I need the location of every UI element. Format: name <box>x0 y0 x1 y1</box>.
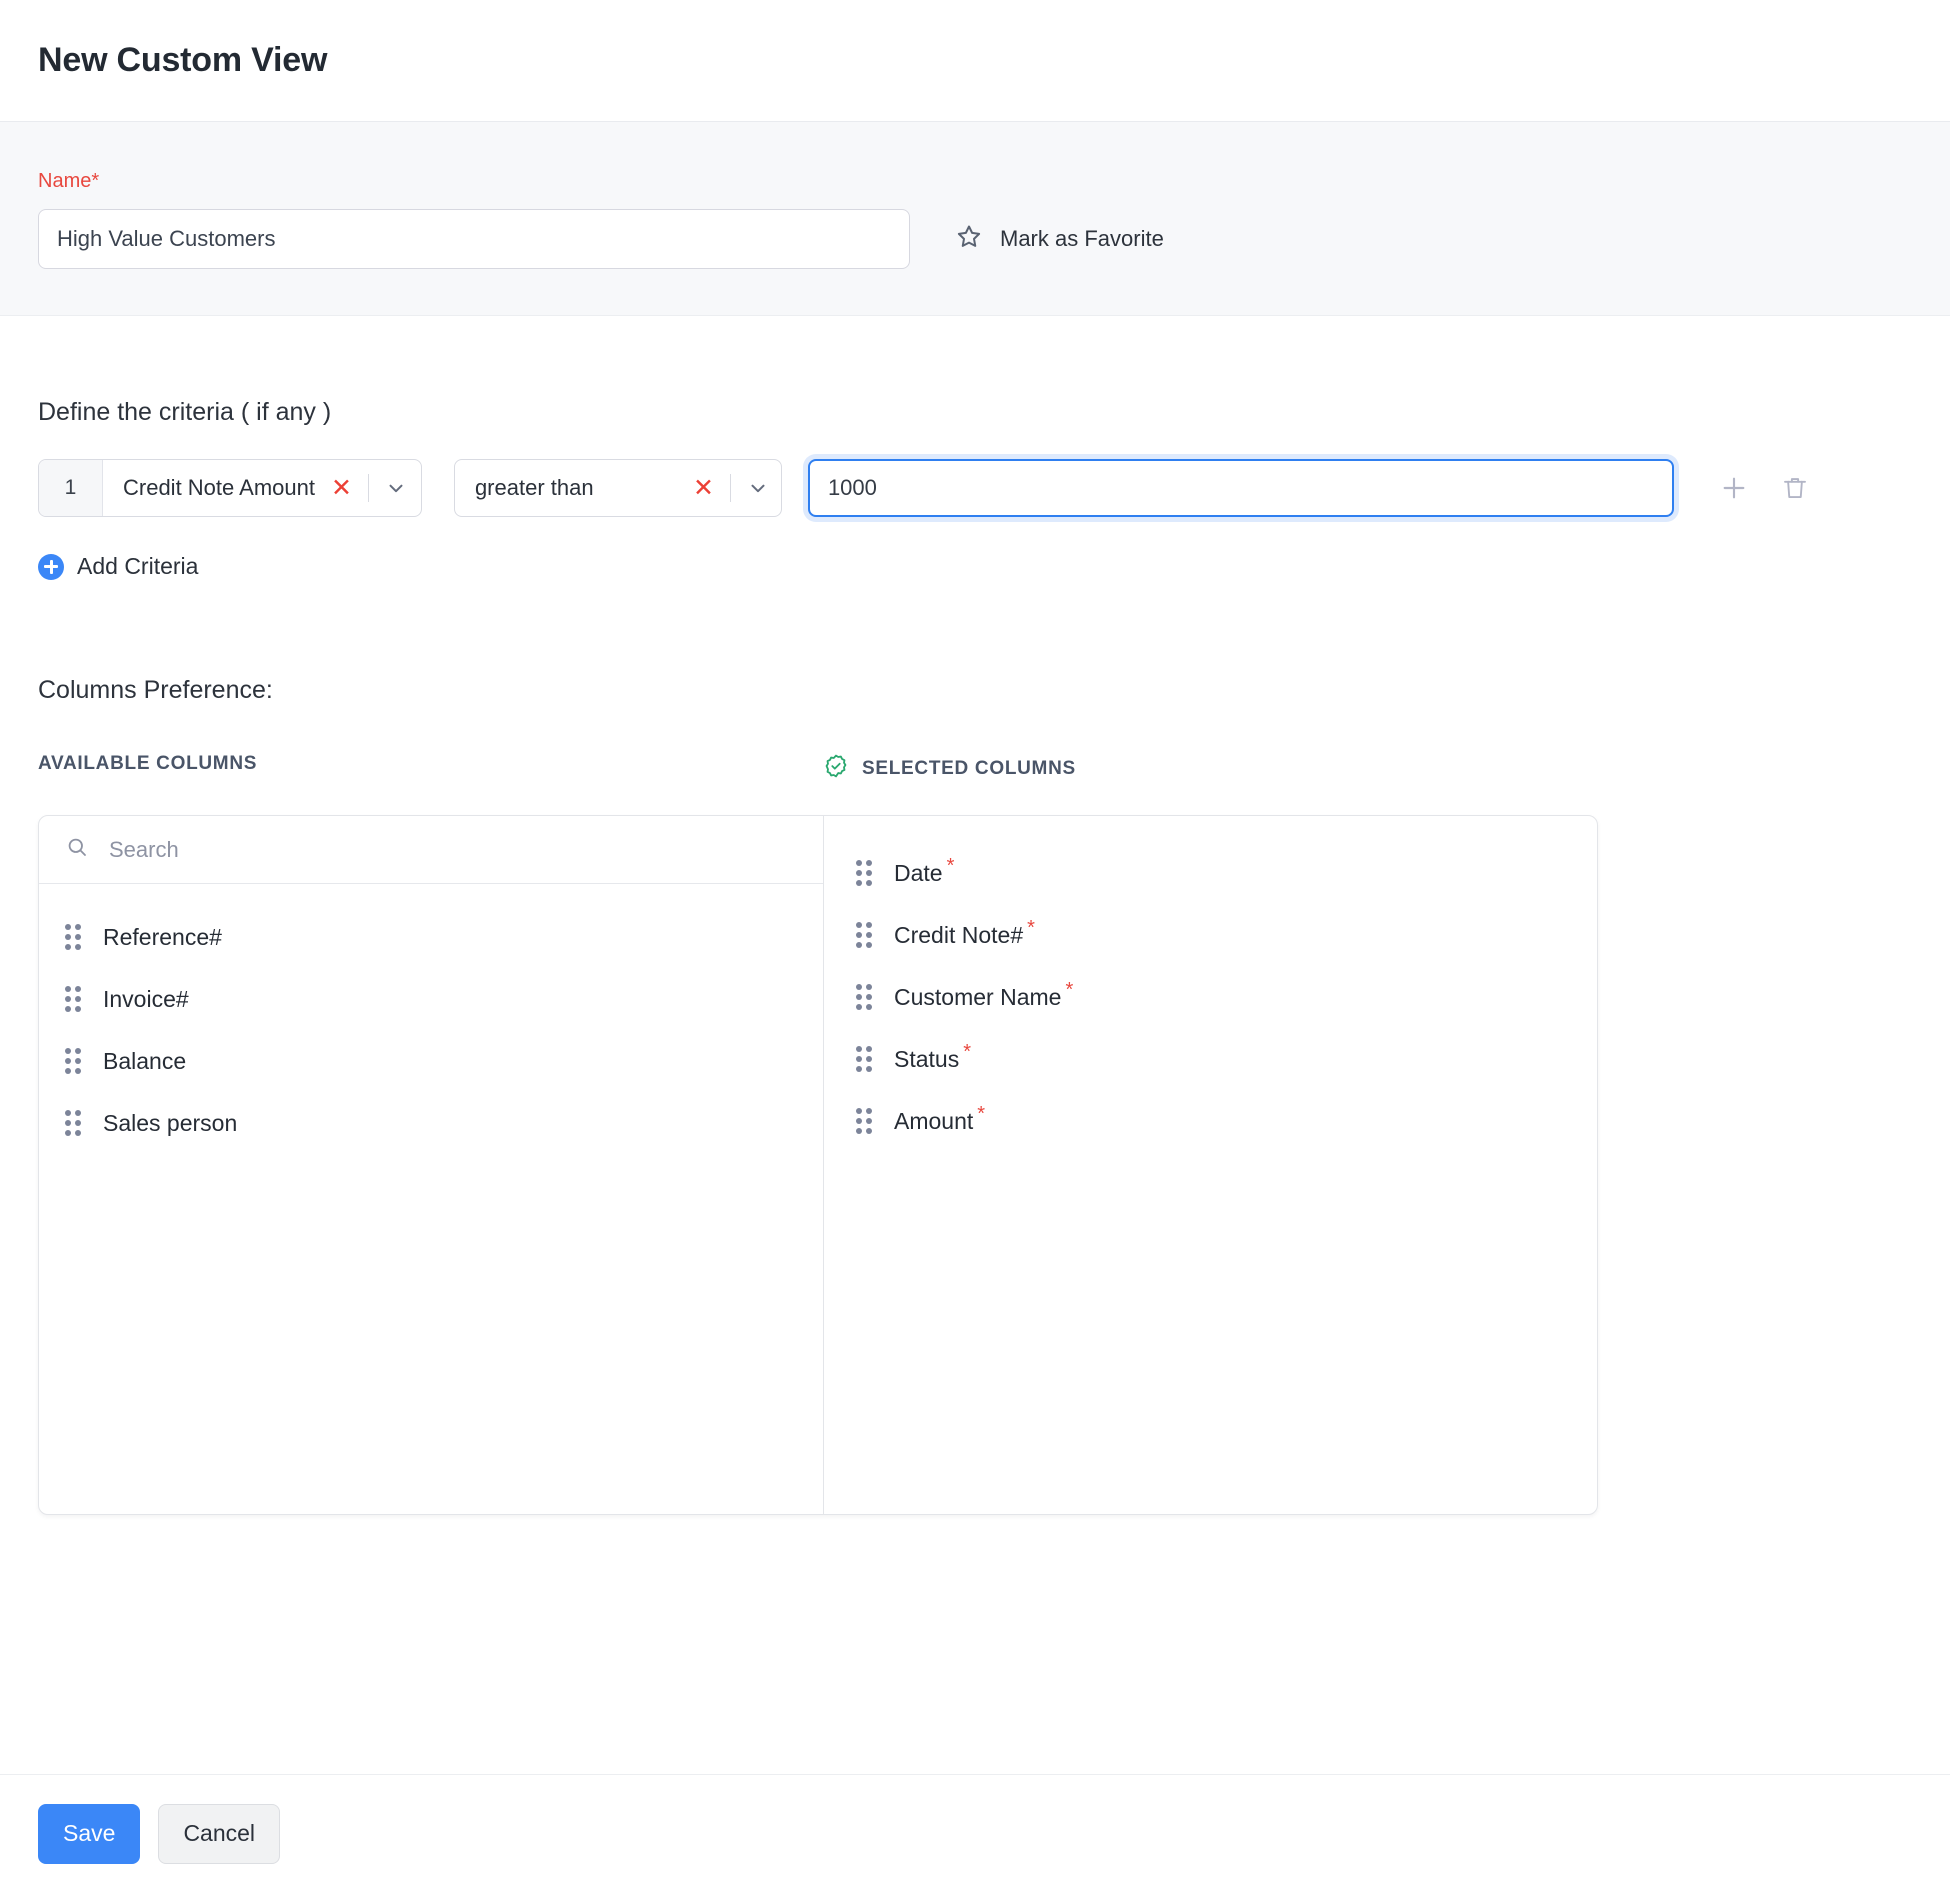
name-section: Name* Mark as Favorite <box>0 122 1950 316</box>
drag-handle-icon[interactable] <box>856 1046 872 1072</box>
close-x-icon[interactable]: ✕ <box>331 475 352 501</box>
drag-handle-icon[interactable] <box>856 860 872 886</box>
search-input[interactable] <box>107 835 797 864</box>
dialog-body: Define the criteria ( if any ) 1 Credit … <box>0 398 1950 1515</box>
list-item-label: Credit Note# * <box>894 916 1035 948</box>
criteria-value-input[interactable] <box>807 459 1674 517</box>
available-columns-list: Reference# Invoice# Balance Sales person <box>39 884 823 1154</box>
drag-handle-icon[interactable] <box>856 922 872 948</box>
list-item-label: Invoice# <box>103 985 189 1012</box>
criteria-operator-select-inner[interactable]: greater than ✕ <box>455 460 781 516</box>
list-item[interactable]: Reference# <box>39 906 823 968</box>
criteria-field-select[interactable]: 1 Credit Note Amount ✕ <box>38 459 422 517</box>
chevron-down-icon[interactable] <box>747 477 769 499</box>
drag-handle-icon[interactable] <box>856 984 872 1010</box>
view-name-input[interactable] <box>38 209 910 269</box>
close-x-icon[interactable]: ✕ <box>693 475 714 501</box>
save-button[interactable]: Save <box>38 1803 141 1864</box>
mark-as-favorite-toggle[interactable]: Mark as Favorite <box>954 222 1164 257</box>
trash-icon[interactable] <box>1780 473 1810 503</box>
chevron-down-icon[interactable] <box>385 477 407 499</box>
add-criteria-button[interactable]: Add Criteria <box>38 553 198 580</box>
criteria-heading: Define the criteria ( if any ) <box>38 398 332 426</box>
required-marker: * <box>1027 916 1035 939</box>
page-title: New Custom View <box>38 41 328 79</box>
list-item-label: Date * <box>894 854 955 886</box>
drag-handle-icon[interactable] <box>65 986 81 1012</box>
drag-handle-icon[interactable] <box>65 1110 81 1136</box>
list-item[interactable]: Sales person <box>39 1092 823 1154</box>
cancel-button[interactable]: Cancel <box>158 1803 281 1864</box>
list-item[interactable]: Status * <box>824 1028 1597 1090</box>
required-marker: * <box>963 1040 972 1063</box>
divider <box>729 474 731 502</box>
list-item-label: Balance <box>103 1047 187 1074</box>
dialog-header: New Custom View <box>0 0 1950 122</box>
required-marker: * <box>1065 978 1074 1001</box>
criteria-operator-select[interactable]: greater than ✕ <box>453 459 782 517</box>
required-marker: * <box>977 1102 986 1125</box>
search-icon <box>65 835 89 864</box>
criteria-field-value: Credit Note Amount <box>123 475 315 500</box>
list-item[interactable]: Customer Name * <box>824 966 1597 1028</box>
selected-columns-title: SELECTED COLUMNS <box>862 758 1076 779</box>
criteria-row: 1 Credit Note Amount ✕ greater than ✕ <box>38 459 1912 517</box>
columns-panel-headers: AVAILABLE COLUMNS SELECTED COLUMNS <box>38 753 1912 785</box>
dialog-footer: Save Cancel <box>0 1774 1950 1892</box>
drag-handle-icon[interactable] <box>65 1048 81 1074</box>
list-item-label: Customer Name * <box>894 978 1074 1010</box>
name-row: Mark as Favorite <box>38 209 1912 269</box>
new-custom-view-dialog: New Custom View Name* Mark as Favorite D… <box>0 0 1950 1892</box>
list-item[interactable]: Balance <box>39 1030 823 1092</box>
criteria-value-wrapper <box>807 459 1674 517</box>
list-item[interactable]: Amount * <box>824 1090 1597 1152</box>
drag-handle-icon[interactable] <box>856 1108 872 1134</box>
list-item-label: Amount * <box>894 1102 986 1134</box>
criteria-operator-value: greater than <box>474 475 594 500</box>
list-item-label: Status * <box>894 1040 972 1072</box>
add-criteria-label: Add Criteria <box>77 553 199 579</box>
star-outline-icon <box>954 222 984 257</box>
plus-icon[interactable] <box>1718 472 1750 504</box>
list-item[interactable]: Date * <box>824 842 1597 904</box>
selected-columns-header: SELECTED COLUMNS <box>823 753 1076 785</box>
columns-preference-heading: Columns Preference: <box>38 676 273 704</box>
selected-columns-panel: Date * Credit Note# * Customer Name * Statu… <box>824 816 1597 1514</box>
plus-circle-icon <box>38 553 64 580</box>
divider <box>367 474 369 502</box>
name-field-label: Name* <box>38 170 100 192</box>
list-item[interactable]: Credit Note# * <box>824 904 1597 966</box>
list-item-label: Sales person <box>103 1109 238 1136</box>
badge-check-icon <box>823 753 849 785</box>
list-item-label: Reference# <box>103 923 222 950</box>
required-marker: * <box>946 854 955 877</box>
available-columns-title: AVAILABLE COLUMNS <box>38 753 258 774</box>
list-item[interactable]: Invoice# <box>39 968 823 1030</box>
mark-as-favorite-label: Mark as Favorite <box>1000 226 1164 251</box>
available-columns-search-bar[interactable] <box>39 816 823 884</box>
available-columns-panel: Reference# Invoice# Balance Sales person <box>39 816 824 1514</box>
criteria-row-actions <box>1718 472 1810 504</box>
criteria-field-select-inner[interactable]: Credit Note Amount ✕ <box>103 460 421 516</box>
criteria-row-number: 1 <box>39 460 103 516</box>
columns-preference-panels: Reference# Invoice# Balance Sales person <box>38 815 1598 1515</box>
drag-handle-icon[interactable] <box>65 924 81 950</box>
selected-columns-list: Date * Credit Note# * Customer Name * Statu… <box>824 838 1597 1152</box>
